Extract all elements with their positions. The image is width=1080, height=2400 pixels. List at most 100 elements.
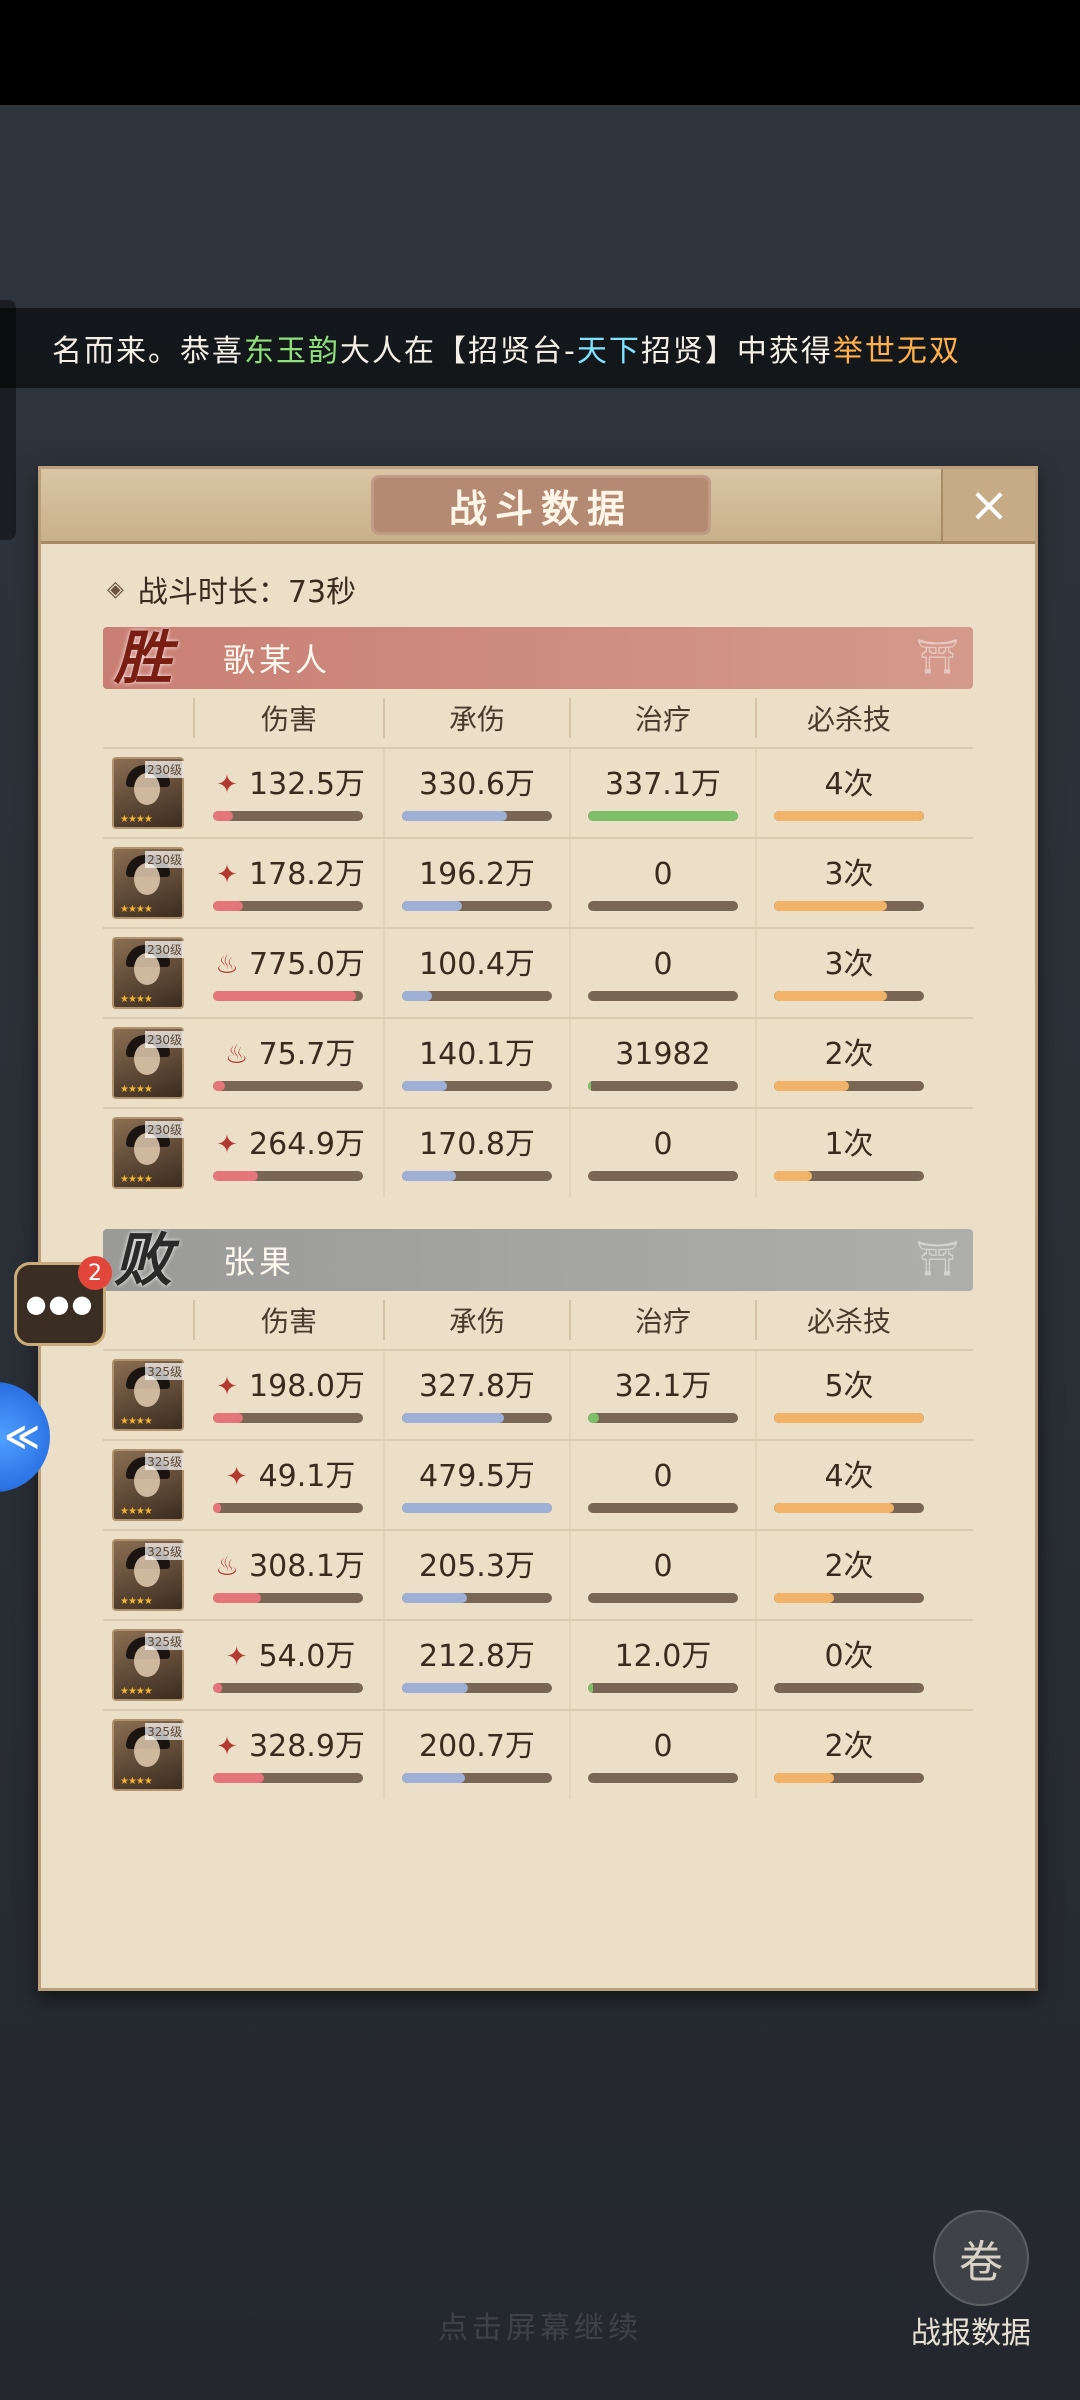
hero-avatar-cell[interactable]: 325级 ★★★★ — [103, 1351, 193, 1439]
damage-cell: ✦ 264.9万 — [193, 1109, 383, 1197]
close-button[interactable]: × — [941, 469, 1035, 541]
damage-type-icon: ✦ — [225, 1642, 248, 1672]
hero-level: 325级 — [145, 1633, 184, 1650]
heal-cell: 0 — [569, 1531, 755, 1619]
marquee-suffix: 招贤】中获得 — [640, 334, 833, 369]
heal-bar — [588, 1081, 738, 1091]
ult-value: 3次 — [824, 947, 874, 982]
star-icons: ★★★★ — [120, 1686, 153, 1697]
damage-value: 198.0万 — [249, 1369, 365, 1404]
hero-row[interactable]: 230级 ★★★★ ✦ 264.9万 170.8万 0 1次 — [103, 1107, 973, 1197]
star-icons: ★★★★ — [120, 1506, 153, 1517]
damage-value: 178.2万 — [249, 857, 365, 892]
damage-type-icon: ✦ — [216, 1732, 238, 1762]
hero-row[interactable]: 230级 ★★★★ ✦ 178.2万 196.2万 0 3次 — [103, 837, 973, 927]
hero-row[interactable]: 325级 ★★★★ ✦ 328.9万 200.7万 0 2次 — [103, 1709, 973, 1799]
damage-bar — [213, 811, 363, 821]
heal-bar — [588, 991, 738, 1001]
hero-row[interactable]: 325级 ★★★★ ✦ 54.0万 212.8万 12.0万 0次 — [103, 1619, 973, 1709]
taken-bar — [402, 1081, 552, 1091]
battle-duration: ◈ 战斗时长：73秒 — [107, 567, 356, 611]
star-icons: ★★★★ — [120, 1776, 153, 1787]
team-name: 歌某人 — [223, 641, 332, 679]
hero-avatar-cell[interactable]: 230级 ★★★★ — [103, 749, 193, 837]
damage-bar — [213, 1503, 363, 1513]
hero-avatar-cell[interactable]: 230级 ★★★★ — [103, 1019, 193, 1107]
damage-type-icon: ♨ — [215, 950, 239, 980]
ult-cell: 3次 — [755, 929, 941, 1017]
col-damage: 伤害 — [193, 698, 383, 738]
hero-avatar-cell[interactable]: 230级 ★★★★ — [103, 839, 193, 927]
star-icons: ★★★★ — [120, 994, 153, 1005]
battle-report-button[interactable]: 卷 战报数据 — [911, 2210, 1046, 2370]
taken-value: 479.5万 — [419, 1459, 535, 1494]
hero-row[interactable]: 325级 ★★★★ ✦ 198.0万 327.8万 32.1万 5次 — [103, 1349, 973, 1439]
heal-bar — [588, 1683, 738, 1693]
heal-value: 12.0万 — [614, 1639, 712, 1674]
hero-avatar: 230级 ★★★★ — [112, 757, 184, 829]
taken-bar — [402, 1171, 552, 1181]
hero-avatar-cell[interactable]: 230级 ★★★★ — [103, 929, 193, 1017]
damage-value: 264.9万 — [249, 1127, 365, 1162]
taken-cell: 212.8万 — [383, 1621, 569, 1709]
ult-bar — [774, 1171, 924, 1181]
hero-avatar: 325级 ★★★★ — [112, 1629, 184, 1701]
hero-avatar-cell[interactable]: 230级 ★★★★ — [103, 1109, 193, 1197]
taken-cell: 205.3万 — [383, 1531, 569, 1619]
heal-bar — [588, 1413, 738, 1423]
victory-badge: 胜 — [113, 624, 172, 692]
taken-bar — [402, 901, 552, 911]
hero-level: 230级 — [145, 941, 184, 958]
damage-cell: ♨ 75.7万 — [193, 1019, 383, 1107]
taken-value: 205.3万 — [419, 1549, 535, 1584]
hero-level: 230级 — [145, 1031, 184, 1048]
heal-value: 0 — [653, 857, 673, 892]
hero-avatar-cell[interactable]: 325级 ★★★★ — [103, 1441, 193, 1529]
hero-row[interactable]: 230级 ★★★★ ✦ 132.5万 330.6万 337.1万 4次 — [103, 747, 973, 837]
heal-value: 32.1万 — [614, 1369, 712, 1404]
taken-value: 140.1万 — [419, 1037, 535, 1072]
heal-value: 337.1万 — [605, 767, 721, 802]
col-heal: 治疗 — [569, 1300, 755, 1340]
damage-cell: ✦ 132.5万 — [193, 749, 383, 837]
ult-bar — [774, 1773, 924, 1783]
taken-cell: 100.4万 — [383, 929, 569, 1017]
defeat-badge: 败 — [113, 1226, 172, 1294]
hero-row[interactable]: 325级 ★★★★ ♨ 308.1万 205.3万 0 2次 — [103, 1529, 973, 1619]
hero-row[interactable]: 230级 ★★★★ ♨ 775.0万 100.4万 0 3次 — [103, 927, 973, 1017]
heal-cell: 0 — [569, 1441, 755, 1529]
hero-avatar: 230级 ★★★★ — [112, 937, 184, 1009]
damage-bar — [213, 1683, 363, 1693]
heal-value: 0 — [653, 947, 673, 982]
team-name: 张果 — [223, 1243, 296, 1281]
taken-bar — [402, 1683, 552, 1693]
ult-value: 2次 — [824, 1037, 874, 1072]
damage-type-icon: ✦ — [216, 1372, 238, 1402]
hero-row[interactable]: 230级 ★★★★ ♨ 75.7万 140.1万 31982 2次 — [103, 1017, 973, 1107]
star-icons: ★★★★ — [120, 904, 153, 915]
ult-value: 4次 — [824, 1459, 874, 1494]
damage-value: 775.0万 — [249, 947, 365, 982]
taken-value: 212.8万 — [419, 1639, 535, 1674]
hero-level: 230级 — [145, 851, 184, 868]
taken-bar — [402, 1503, 552, 1513]
heal-value: 0 — [653, 1459, 673, 1494]
taken-bar — [402, 1413, 552, 1423]
column-headers: 伤害 承伤 治疗 必杀技 — [103, 1291, 973, 1349]
panel-header: 战斗数据 × — [41, 469, 1035, 544]
taken-value: 327.8万 — [419, 1369, 535, 1404]
hero-avatar-cell[interactable]: 325级 ★★★★ — [103, 1531, 193, 1619]
hero-avatar-cell[interactable]: 325级 ★★★★ — [103, 1711, 193, 1799]
heal-cell: 0 — [569, 929, 755, 1017]
team-banner-lose: 败 张果 ⛩ — [103, 1226, 973, 1294]
taken-cell: 196.2万 — [383, 839, 569, 927]
star-icons: ★★★★ — [120, 1084, 153, 1095]
taken-cell: 140.1万 — [383, 1019, 569, 1107]
heal-value: 31982 — [615, 1037, 711, 1072]
taken-cell: 479.5万 — [383, 1441, 569, 1529]
losing-team-section: 败 张果 ⛩ 伤害 承伤 治疗 必杀技 325级 ★★★★ ✦ 198.0万 3… — [103, 1226, 973, 1799]
hero-avatar-cell[interactable]: 325级 ★★★★ — [103, 1621, 193, 1709]
hero-row[interactable]: 325级 ★★★★ ✦ 49.1万 479.5万 0 4次 — [103, 1439, 973, 1529]
taken-bar — [402, 991, 552, 1001]
taken-value: 200.7万 — [419, 1729, 535, 1764]
